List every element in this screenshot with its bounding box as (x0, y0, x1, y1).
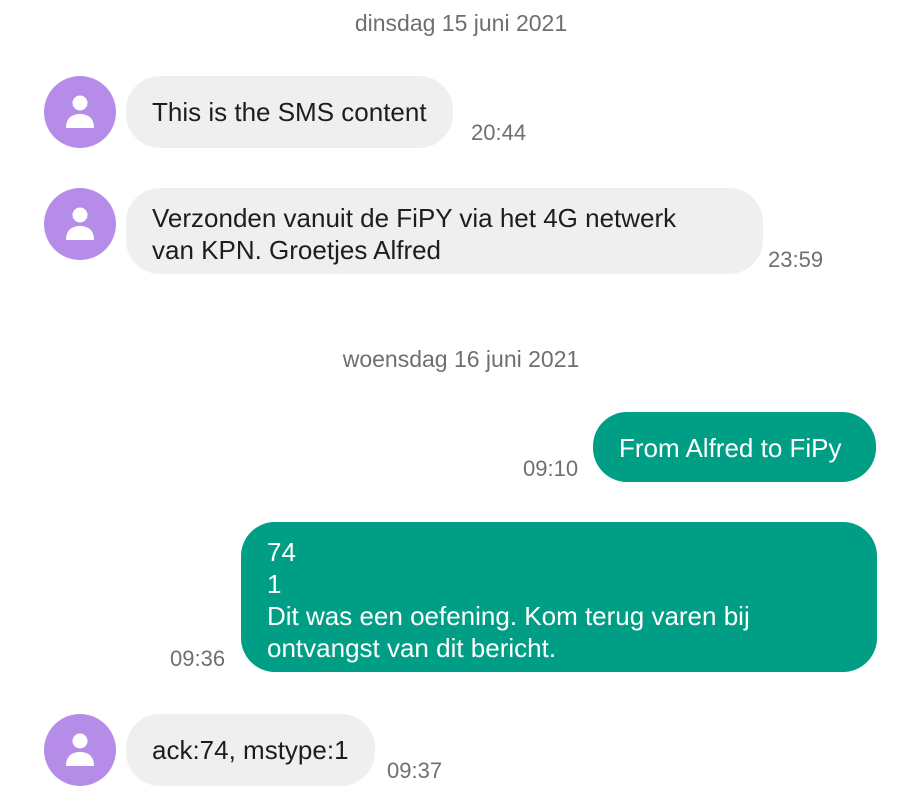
person-icon (66, 95, 94, 128)
message-timestamp: 09:10 (523, 456, 579, 481)
date-separator: woensdag 16 juni 2021 (342, 346, 580, 372)
contact-avatar[interactable] (44, 76, 116, 148)
message-bubble[interactable]: 74 1 Dit was een oefening. Kom terug var… (241, 522, 877, 672)
person-icon (66, 207, 94, 240)
message-timestamp: 23:59 (768, 247, 824, 272)
message-bubble[interactable]: This is the SMS content (126, 76, 453, 148)
contact-avatar[interactable] (44, 188, 116, 260)
person-icon (66, 733, 94, 766)
date-separator: dinsdag 15 juni 2021 (354, 10, 568, 36)
message-bubble[interactable]: From Alfred to FiPy (593, 412, 876, 482)
conversation-thread[interactable]: dinsdag 15 juni 2021 This is the SMS con… (0, 0, 922, 806)
message-bubble[interactable]: ack:74, mstype:1 (126, 714, 375, 786)
message-bubble[interactable]: Verzonden vanuit de FiPY via het 4G netw… (126, 188, 763, 274)
message-timestamp: 09:36 (170, 646, 226, 671)
message-timestamp: 20:44 (471, 120, 527, 145)
contact-avatar[interactable] (44, 714, 116, 786)
message-timestamp: 09:37 (387, 758, 443, 783)
